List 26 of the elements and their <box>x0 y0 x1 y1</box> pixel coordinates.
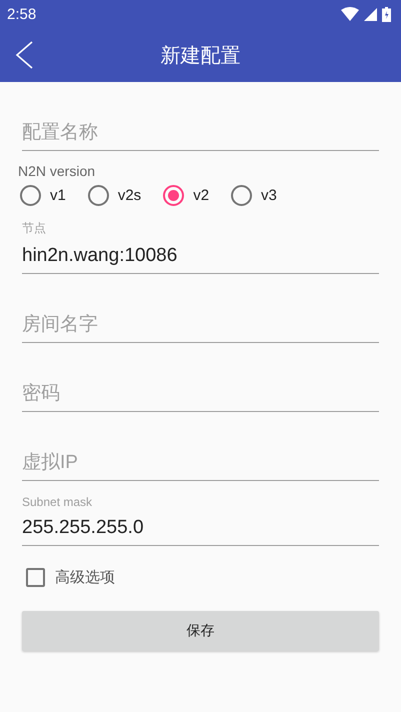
field-label: 节点 <box>22 220 47 237</box>
checkbox[interactable] <box>26 568 45 587</box>
signal-icon <box>364 8 377 20</box>
wifi-icon <box>341 7 359 21</box>
input-field[interactable]: hin2n.wang:10086 <box>22 239 379 274</box>
group-label: N2N version <box>18 163 96 179</box>
radio-label: v2 <box>193 187 210 204</box>
radio-label: v2s <box>118 187 142 204</box>
save-button[interactable]: 保存 <box>22 611 379 651</box>
radio-label: v3 <box>261 187 277 204</box>
input-field[interactable]: 255.255.255.0 <box>22 511 379 546</box>
status-time: 2:58 <box>7 6 36 22</box>
radio-button[interactable] <box>163 185 184 206</box>
screen-title: 新建配置 <box>160 42 240 68</box>
input-field[interactable]: 虚拟IP <box>22 446 379 481</box>
input-field[interactable]: 配置名称 <box>22 116 379 151</box>
radio-label: v1 <box>50 187 66 204</box>
radio-button[interactable] <box>88 185 109 206</box>
checkbox-label: 高级选项 <box>55 568 115 587</box>
input-field[interactable]: 密码 <box>22 377 379 412</box>
back-icon[interactable] <box>15 41 33 69</box>
radio-button[interactable] <box>20 185 41 206</box>
battery-icon <box>382 6 391 22</box>
input-field[interactable]: 房间名字 <box>22 308 379 343</box>
field-label: Subnet mask <box>22 495 94 509</box>
radio-button[interactable] <box>231 185 252 206</box>
